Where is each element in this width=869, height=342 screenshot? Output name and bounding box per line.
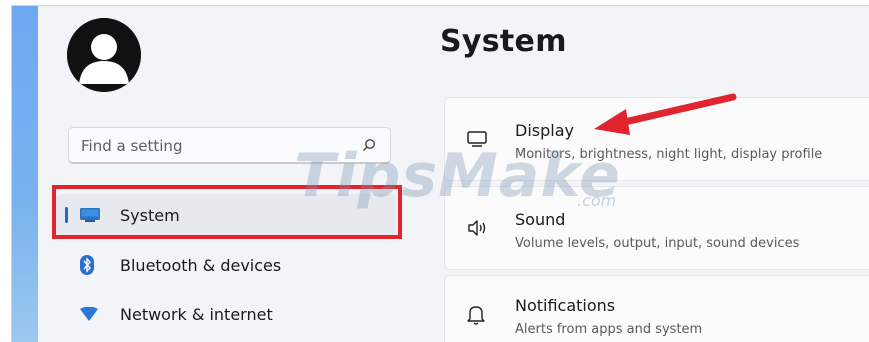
watermark-suffix: .com xyxy=(577,191,617,210)
search-placeholder: Find a setting xyxy=(81,137,183,155)
sidebar-item-bluetooth[interactable]: Bluetooth & devices xyxy=(56,244,396,286)
sidebar-item-label: Bluetooth & devices xyxy=(120,255,282,275)
card-title: Sound xyxy=(515,210,566,229)
notifications-card[interactable]: Notifications Alerts from apps and syste… xyxy=(444,275,869,342)
avatar[interactable] xyxy=(67,18,141,92)
card-title: Display xyxy=(515,121,574,140)
card-title: Notifications xyxy=(515,296,616,315)
card-subtitle: Alerts from apps and system xyxy=(515,322,703,337)
sidebar-item-label: Network & internet xyxy=(120,304,273,324)
bluetooth-icon xyxy=(80,255,94,275)
window-edge xyxy=(12,6,38,342)
settings-window: Find a setting System Bluetooth & device… xyxy=(11,5,869,342)
sidebar-item-network[interactable]: Network & internet xyxy=(56,293,396,335)
pointer-arrow xyxy=(594,93,737,135)
bell-icon xyxy=(467,306,485,325)
page-title: System xyxy=(440,24,567,59)
speaker-icon xyxy=(468,220,486,236)
card-subtitle: Volume levels, output, input, sound devi… xyxy=(515,236,800,251)
watermark: TipsMake xyxy=(294,141,621,211)
user-icon xyxy=(67,18,141,92)
wifi-icon xyxy=(80,307,98,321)
